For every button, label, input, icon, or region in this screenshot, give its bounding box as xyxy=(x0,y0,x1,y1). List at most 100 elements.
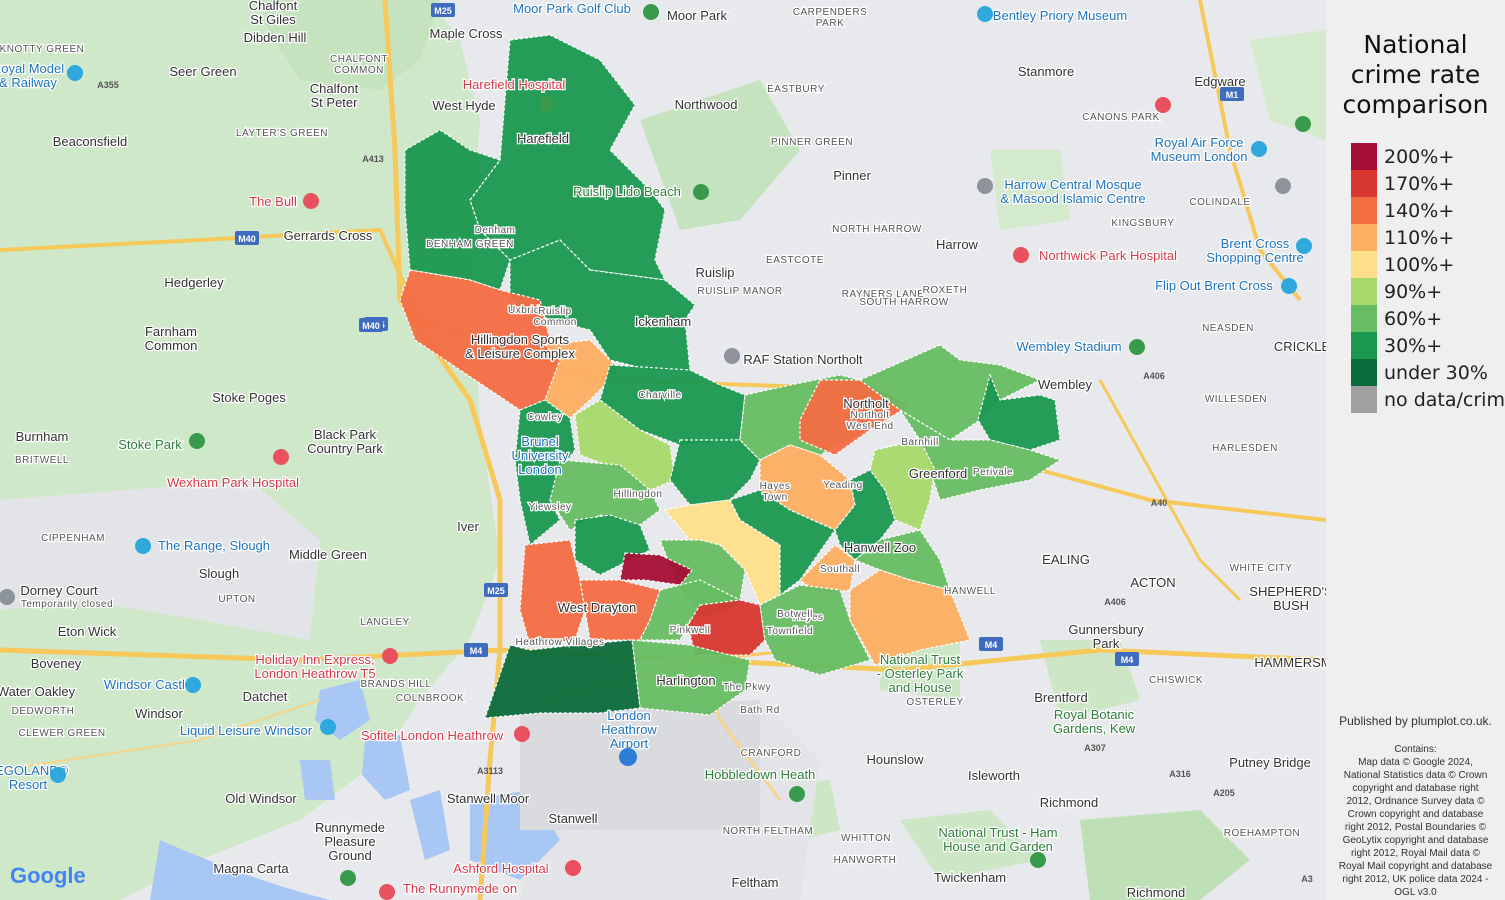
place-label: Brent Cross Shopping Centre xyxy=(1206,236,1304,265)
place-label: Feltham xyxy=(732,875,779,890)
legend-swatch xyxy=(1351,170,1377,197)
place-label: EASTBURY xyxy=(767,84,825,95)
place-label: Bentley Priory Museum xyxy=(993,8,1127,23)
road-label: A316 xyxy=(1169,769,1191,779)
legend-swatch xyxy=(1351,359,1377,386)
credit-line: right 2012, Royal Mail data © xyxy=(1350,848,1481,859)
credit-line: Crown copyright and database xyxy=(1347,809,1484,820)
museum-icon xyxy=(977,6,993,22)
place-label: Slough xyxy=(199,566,239,581)
place-label: Hillingdon Sports & Leisure Complex xyxy=(465,332,575,361)
place-label: Sofitel London Heathrow xyxy=(361,728,504,743)
hotel-icon xyxy=(303,193,319,209)
place-label: Hillingdon xyxy=(614,489,663,500)
place-label: CRICKLE xyxy=(1274,339,1326,354)
place-label: Datchet xyxy=(243,689,288,704)
mosque-icon xyxy=(977,178,993,194)
place-label: RAF Station Northolt xyxy=(743,352,863,367)
map[interactable]: Chalfont St Giles Dibden Hill Maple Cross Mo… xyxy=(0,0,1326,900)
legend-label: 90%+ xyxy=(1384,281,1443,303)
place-label: Beaconsfield xyxy=(53,134,127,149)
park-icon xyxy=(693,184,709,200)
place-label: Ruislip Common xyxy=(533,306,577,328)
place-label: Iver xyxy=(457,519,479,534)
hospital-icon xyxy=(273,449,289,465)
place-label: Stanmore xyxy=(1018,64,1074,79)
place-label: SOUTH HARROW xyxy=(859,297,948,308)
place-label: Hanwell Zoo xyxy=(844,540,916,555)
attraction-icon xyxy=(67,65,83,81)
place-label: Boveney xyxy=(31,656,82,671)
place-label: EASTCOTE xyxy=(766,255,824,266)
place-label: Harrow xyxy=(936,237,979,252)
place-label: Dorney Court xyxy=(20,583,98,598)
hotel-icon xyxy=(382,648,398,664)
hotel-icon xyxy=(379,884,395,900)
place-label: The Bull xyxy=(249,194,297,209)
road-label: M40 xyxy=(238,234,256,244)
legend-title-line: crime rate xyxy=(1350,60,1481,89)
museum-icon xyxy=(1251,141,1267,157)
place-label: Yeading xyxy=(823,480,862,491)
legend-item: under 30% xyxy=(1351,359,1501,386)
place-label: Hayes Town xyxy=(760,481,791,503)
place-label: Royal Air Force Museum London xyxy=(1151,135,1248,164)
place-label: Gerrards Cross xyxy=(284,228,373,243)
legend-item: 30%+ xyxy=(1351,332,1501,359)
place-label: NORTH FELTHAM xyxy=(723,826,814,837)
legend-title-line: National xyxy=(1363,30,1468,59)
place-label: Farnham Common xyxy=(145,324,198,353)
credit-line: right 2012, UK police data 2024 - xyxy=(1342,874,1489,885)
place-label: Royal Botanic Gardens, Kew xyxy=(1053,707,1136,736)
google-logo: Google xyxy=(10,863,86,888)
place-label: Chalfont St Giles xyxy=(249,0,298,27)
place-label: Greenford xyxy=(909,466,968,481)
place-label: CIPPENHAM xyxy=(41,533,105,544)
place-label: CHISWICK xyxy=(1149,675,1203,686)
legend-swatch xyxy=(1351,386,1377,413)
place-label: Liquid Leisure Windsor xyxy=(180,723,313,738)
road-label: A205 xyxy=(1213,788,1235,798)
legend-label: under 30% xyxy=(1384,362,1488,384)
place-label: Windsor xyxy=(135,706,183,721)
place-label: Ickenham xyxy=(635,314,691,329)
place-label: Middle Green xyxy=(289,547,367,562)
place-label: COLINDALE xyxy=(1189,197,1250,208)
place-label: NORTH HARROW xyxy=(832,224,922,235)
place-label: Stanwell xyxy=(548,811,597,826)
place-label: Hobbledown Heath xyxy=(705,767,816,782)
place-label: ACTON xyxy=(1130,575,1175,590)
place-label: Pinkwell xyxy=(670,625,711,636)
place-label: WHITTON xyxy=(841,833,891,844)
legend-item: 60%+ xyxy=(1351,305,1501,332)
place-label: Stoke Park xyxy=(118,437,182,452)
place-label: The Range, Slough xyxy=(158,538,270,553)
place-label: Dibden Hill xyxy=(244,30,307,45)
place-label: Harefield xyxy=(517,131,569,146)
location-icon xyxy=(724,348,740,364)
credit-line: Royal Mail copyright and database xyxy=(1338,861,1493,872)
place-label: LANGLEY xyxy=(360,617,410,628)
place-label: Black Park Country Park xyxy=(307,427,383,456)
place-label: Isleworth xyxy=(968,768,1020,783)
place-label: BRITWELL xyxy=(15,455,69,466)
place-label: Chalfont St Peter xyxy=(310,81,359,110)
district[interactable] xyxy=(484,639,641,719)
hospital-icon xyxy=(539,96,555,112)
legend-label: 110%+ xyxy=(1384,227,1455,249)
road-label: M25 xyxy=(487,586,505,596)
hospital-icon xyxy=(565,860,581,876)
place-label: Eton Wick xyxy=(58,624,117,639)
attraction-icon xyxy=(320,719,336,735)
road-label: A413 xyxy=(362,154,384,164)
legend-swatch xyxy=(1351,251,1377,278)
place-label: Old Windsor xyxy=(225,791,297,806)
place-label: CRANFORD xyxy=(741,748,802,759)
road-label: M25 xyxy=(434,6,452,16)
place-label: West Drayton xyxy=(558,600,637,615)
place-label: Windsor Castle xyxy=(104,677,192,692)
place-label: ROXETH xyxy=(923,285,968,296)
place-label: Edgware xyxy=(1194,74,1245,89)
place-label: Burnham xyxy=(16,429,69,444)
place-label: COLNBROOK xyxy=(396,693,464,704)
